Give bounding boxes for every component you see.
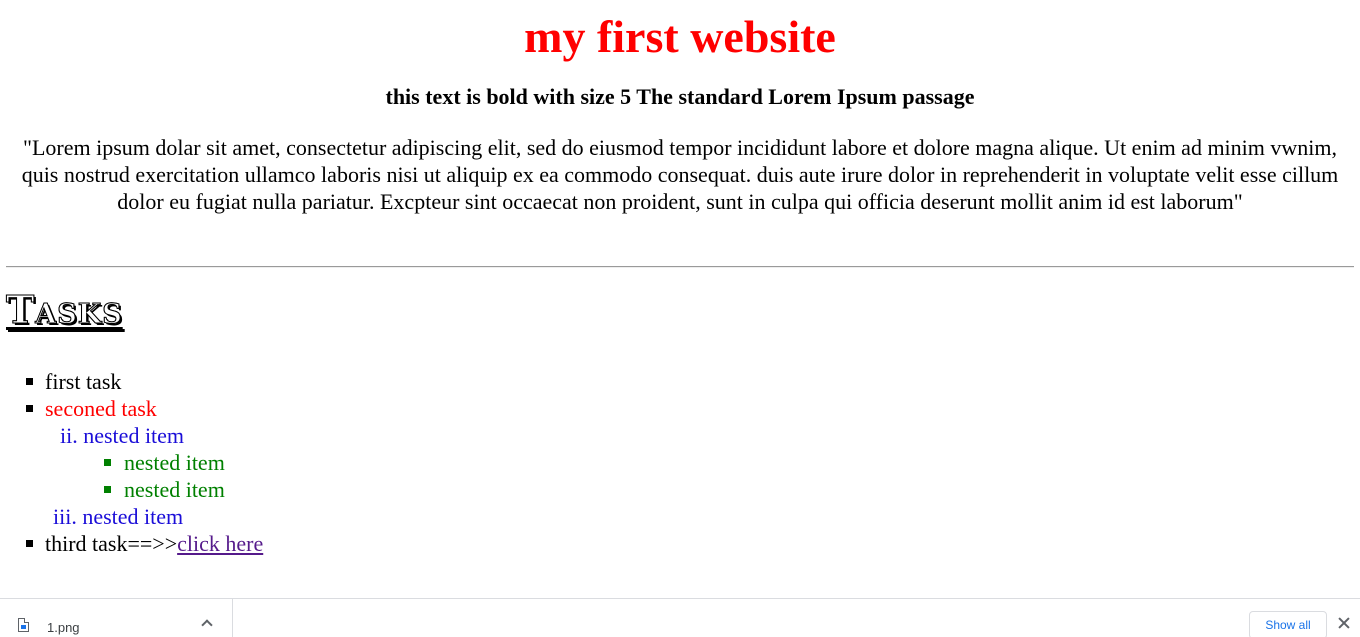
task-first: first task (45, 369, 122, 394)
list-item: third task==>>click here (0, 530, 263, 557)
image-file-icon (18, 618, 29, 632)
square-bullet-icon (104, 486, 111, 493)
nested-item: nested item (82, 504, 184, 529)
square-bullet-icon (26, 378, 33, 385)
list-item: nested item (0, 476, 263, 503)
page-subtitle: this text is bold with size 5 The standa… (385, 84, 975, 109)
close-icon[interactable] (1337, 616, 1351, 630)
click-here-link[interactable]: click here (177, 531, 263, 556)
task-list: first task seconed task ii. nested item … (0, 368, 263, 557)
tasks-heading: Tasks (6, 287, 123, 333)
task-second: seconed task (45, 396, 157, 421)
square-bullet-icon (26, 405, 33, 412)
list-item: seconed task (0, 395, 263, 422)
roman-marker: ii. (60, 423, 78, 448)
download-item[interactable]: 1.png (0, 599, 233, 637)
list-item: ii. nested item (0, 422, 263, 449)
lorem-paragraph: "Lorem ipsum dolar sit amet, consectetur… (21, 135, 1339, 214)
square-bullet-icon (26, 540, 33, 547)
roman-marker: iii. (53, 504, 77, 529)
list-item: first task (0, 368, 263, 395)
show-all-button[interactable]: Show all (1249, 611, 1327, 637)
download-bar: 1.png Show all (0, 598, 1360, 637)
nested-item: nested item (83, 423, 185, 448)
task-third: third task==>> (45, 531, 178, 556)
horizontal-rule (6, 266, 1354, 268)
page-title: my first website (524, 11, 836, 62)
list-item: nested item (0, 449, 263, 476)
square-bullet-icon (104, 459, 111, 466)
page-content: my first website this text is bold with … (0, 0, 1360, 598)
deep-nested-item: nested item (124, 450, 225, 475)
deep-nested-item: nested item (124, 477, 225, 502)
chevron-up-icon[interactable] (201, 619, 213, 631)
download-file-name: 1.png (47, 620, 80, 635)
list-item: iii. nested item (0, 503, 263, 530)
